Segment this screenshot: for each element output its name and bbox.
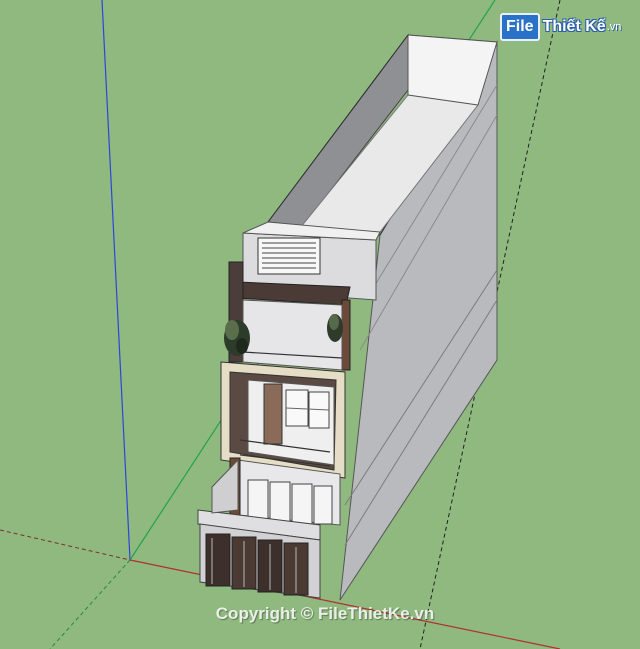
ground-window — [313, 485, 333, 525]
filethietke-logo: File Thiết Kế .vn — [500, 12, 621, 42]
ground-window — [247, 479, 269, 521]
logo-badge: File — [500, 13, 540, 41]
potted-plant — [327, 314, 343, 342]
logo-name: Thiết Kế — [542, 18, 606, 35]
sketchup-viewport — [0, 0, 561, 649]
dark-wood-column — [341, 299, 351, 371]
blue-axis — [101, 0, 131, 561]
fence-side — [211, 458, 239, 514]
top-floor-wall — [242, 299, 343, 371]
potted-plant — [224, 320, 250, 356]
wood-panel — [263, 383, 283, 445]
ground-window — [291, 483, 313, 525]
green-axis-dashed — [49, 559, 131, 649]
copyright-watermark: Copyright © FileThietKe.vn — [215, 604, 435, 623]
red-axis-dashed — [0, 529, 131, 561]
logo-tld: .vn — [606, 21, 622, 33]
ground-window — [269, 481, 291, 523]
